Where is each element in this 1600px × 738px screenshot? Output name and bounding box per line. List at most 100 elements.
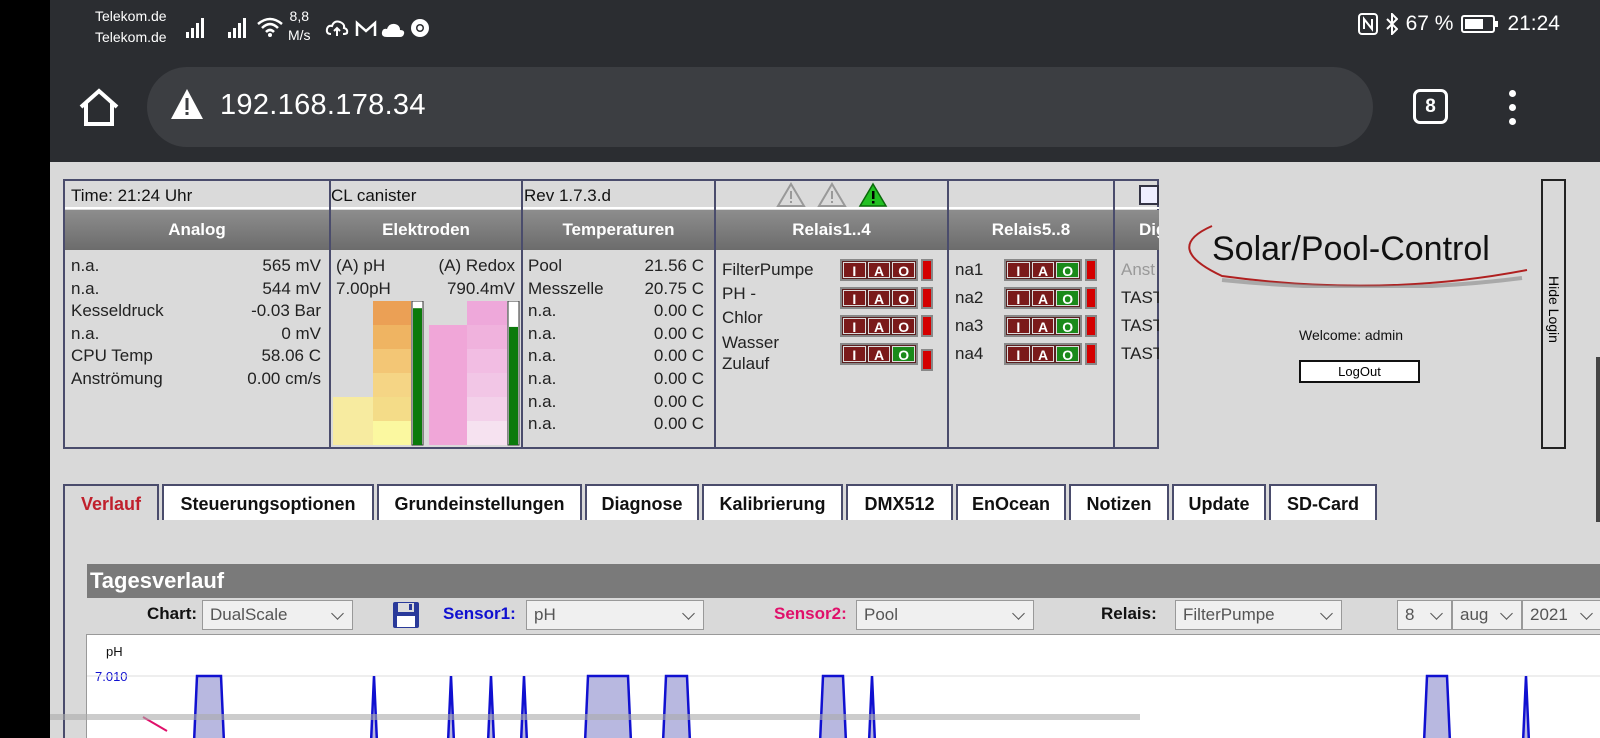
speed-unit: M/s [288,27,311,43]
tab-enocean[interactable]: EnOcean [956,484,1066,522]
day-select[interactable]: 8 [1397,600,1452,630]
relay-control-7[interactable]: IAO [1004,315,1082,337]
month-select[interactable]: aug [1452,600,1522,630]
tab-grundeinstellungen[interactable]: Grundeinstellungen [377,484,582,522]
tab-kalibrierung[interactable]: Kalibrierung [702,484,843,522]
relay-control-6[interactable]: IAO [1004,287,1082,309]
cloud-icon [381,14,405,38]
relay-control-1[interactable]: IAO [840,259,918,281]
tab-notizen[interactable]: Notizen [1069,484,1169,522]
relay-led [1085,259,1097,281]
chart-spike [486,675,496,738]
alarm-icons [776,182,888,207]
save-disk-icon[interactable] [392,601,420,629]
relay-control-3[interactable]: IAO [840,315,918,337]
relay-o-button[interactable]: O [892,318,916,335]
analog-label: n.a. [71,256,100,275]
analog-value: 544 mV [262,278,321,298]
tab-diagnose[interactable]: Diagnose [585,484,699,522]
relay-control-2[interactable]: IAO [840,287,918,309]
relay-o-button[interactable]: O [892,346,916,363]
nfc-icon [1357,13,1378,35]
analog-label: Kesseldruck [71,301,164,321]
carrier-names: Telekom.de Telekom.de [95,6,167,48]
temp-label: n.a. [528,369,557,388]
relay-o-button[interactable]: O [1056,318,1080,335]
relay-o-button[interactable]: O [1056,262,1080,279]
cloud-upload-icon [325,14,349,38]
relay-a-button[interactable]: A [1031,262,1055,279]
speed-value: 8,8 [289,8,310,24]
address-bar[interactable]: 192.168.178.34 [147,67,1373,147]
horizontal-scrollbar[interactable] [50,714,1140,720]
home-icon[interactable] [78,87,120,127]
relay-a-button[interactable]: A [867,290,891,307]
hide-login-button[interactable]: Hide Login [1541,179,1566,449]
relay-control-4[interactable]: IAO [840,343,918,365]
hide-login-label: Hide Login [1546,276,1562,343]
ph-gauge-block [373,421,411,445]
tab-steuerungsoptionen[interactable]: Steuerungsoptionen [162,484,374,522]
chart-spike [369,675,379,738]
analog-value: 0 mV [281,323,321,343]
relay-a-button[interactable]: A [1031,290,1055,307]
relay-a-button[interactable]: A [867,346,891,363]
battery-percent: 67 % [1405,12,1454,35]
relay-o-button[interactable]: O [892,290,916,307]
relay-i-button[interactable]: I [1007,346,1030,363]
not-secure-warning-icon[interactable] [169,87,205,121]
relay-control-5[interactable]: IAO [1004,259,1082,281]
redox-gauge-block [467,373,507,397]
relay-i-button[interactable]: I [1007,318,1030,335]
tab-dmx512[interactable]: DMX512 [846,484,953,522]
canister-text: CL canister [331,186,417,205]
vertical-scrollbar[interactable] [1596,357,1600,522]
temp-value: 21.56 C [644,256,704,275]
tab-update[interactable]: Update [1172,484,1266,522]
relay-i-button[interactable]: I [1007,290,1030,307]
sensor1-label: Sensor1: [443,604,516,623]
relay-o-button[interactable]: O [892,262,916,279]
header-relais5-8: Relais5..8 [949,210,1113,250]
relay-i-button[interactable]: I [843,318,866,335]
chart-spike [661,674,692,738]
relay-a-button[interactable]: A [1031,318,1055,335]
relay-control-8[interactable]: IAO [1004,343,1082,365]
sensor2-select[interactable]: Pool [856,600,1034,630]
relay-i-button[interactable]: I [843,346,866,363]
chart-spike [818,674,848,738]
sensor1-select[interactable]: pH [526,600,704,630]
menu-dots-icon[interactable] [1504,90,1520,130]
relay-led [921,349,933,371]
system-icons: 67 % 21:24 [1357,12,1560,36]
url-text[interactable]: 192.168.178.34 [220,89,426,122]
divider [714,181,716,449]
relay-label-chlor: Chlor [722,308,763,327]
logout-button[interactable]: LogOut [1299,360,1420,383]
tab-verlauf[interactable]: Verlauf [63,484,159,524]
relais-select[interactable]: FilterPumpe [1175,600,1342,630]
temp-value: 0.00 C [653,301,704,321]
relay-a-button[interactable]: A [867,262,891,279]
tab-sd-card[interactable]: SD-Card [1269,484,1377,522]
temp-label: n.a. [528,414,557,434]
chart-type-select[interactable]: DualScale [202,600,353,630]
relay-a-button[interactable]: A [867,318,891,335]
relay-i-button[interactable]: I [1007,262,1030,279]
relay-o-button[interactable]: O [1056,290,1080,307]
tab-switcher-button[interactable]: 8 [1413,89,1448,124]
relay-i-button[interactable]: I [843,262,866,279]
chart-series [192,674,1531,738]
relay-led [1085,315,1097,337]
relay-led [1085,343,1097,365]
relay-o-button[interactable]: O [1056,346,1080,363]
temp-label: n.a. [528,346,557,366]
analog-label: n.a. [71,278,100,298]
year-select[interactable]: 2021 [1522,600,1600,630]
relay-i-button[interactable]: I [843,290,866,307]
temp-label: n.a. [528,323,557,343]
relay-a-button[interactable]: A [1031,346,1055,363]
mail-m-icon [355,14,377,38]
analog-label: CPU Temp [71,346,153,366]
dig-3: TAST [1121,316,1159,335]
